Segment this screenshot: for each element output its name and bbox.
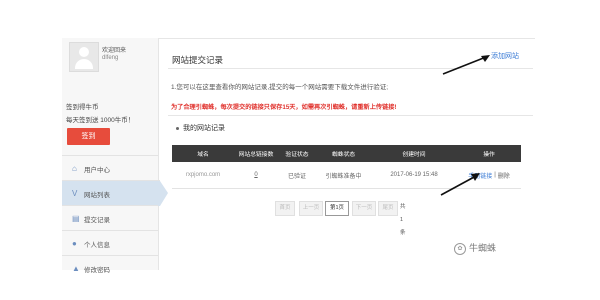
next-page-button[interactable]: 下一页: [352, 201, 376, 216]
links-count[interactable]: 0: [254, 172, 257, 178]
section-title: 我的网站记录: [176, 123, 225, 133]
cell-verify: 已验证: [287, 173, 306, 180]
total-count: 共1条: [400, 204, 406, 236]
first-page-button[interactable]: 首页: [275, 201, 295, 216]
sidebar-item-profile[interactable]: ● 个人信息: [62, 230, 158, 256]
cell-spider: 引蜘蛛准备中: [325, 173, 362, 180]
wechat-icon: ✿: [454, 242, 466, 255]
section-divider: [168, 115, 533, 116]
current-page[interactable]: 第1页: [325, 201, 349, 216]
lock-icon: ▲: [72, 264, 80, 273]
username: dlfeng: [102, 55, 119, 61]
op-separator: |: [494, 172, 496, 178]
header-created: 创建时间: [402, 152, 426, 158]
notice-text: 1.您可以在这里查看你的网站记录,提交的每一个网站需要下载文件进行验证;: [171, 84, 389, 91]
cell-links: 0: [234, 162, 278, 188]
user-icon: ●: [72, 239, 77, 248]
prev-page-button[interactable]: 上一页: [299, 201, 323, 216]
header-links: 网站总链接数: [238, 152, 274, 158]
delete-button[interactable]: 删除: [498, 171, 510, 180]
home-icon: ⌂: [72, 164, 77, 173]
sidebar-item-label: 修改密码: [84, 267, 110, 274]
sidebar-item-records[interactable]: ▤ 提交记录: [62, 205, 158, 231]
sidebar-item-user-center[interactable]: ⌂ 用户中心: [62, 155, 158, 181]
welcome-text: 欢迎回来: [102, 48, 127, 54]
header-domain: 域名: [197, 152, 209, 158]
page-title: 网站提交记录: [172, 55, 224, 65]
avatar-head: [79, 47, 89, 57]
sidebar: 欢迎回来 dlfeng 签到得牛币 每天签到送 1000牛币！ 签到 ⌂ 用户中…: [62, 38, 168, 274]
list-icon: V: [72, 189, 78, 198]
brand-watermark: ✿ 牛蜘蛛: [454, 241, 496, 255]
sidebar-item-password[interactable]: ▲ 修改密码: [62, 255, 158, 281]
table-header: 域名 网站总链接数 验证状态 蜘蛛状态 创建时间 操作: [172, 145, 521, 162]
sidebar-item-label: 个人信息: [84, 242, 110, 249]
annotation-arrow-manual: [440, 173, 480, 196]
header-verify: 验证状态: [285, 152, 309, 158]
sidebar-item-site-list[interactable]: V 网站列表: [62, 180, 168, 206]
sidebar-item-label: 用户中心: [84, 167, 110, 174]
signin-button[interactable]: 签到: [67, 128, 110, 145]
avatar[interactable]: [69, 42, 99, 72]
cell-domain: rxpjomo.com: [185, 172, 221, 178]
coins-daily: 每天签到送 1000牛币！: [66, 117, 135, 124]
header-operation: 操作: [483, 152, 495, 158]
avatar-body: [75, 59, 93, 69]
header-spider: 蜘蛛状态: [331, 152, 356, 158]
bullet-icon: [176, 126, 179, 130]
records-icon: ▤: [72, 214, 80, 223]
brand-label: 牛蜘蛛: [469, 243, 497, 253]
add-site-link[interactable]: 添加网站: [491, 51, 519, 61]
annotation-arrow-add: [442, 55, 490, 75]
section-title-label: 我的网站记录: [183, 125, 225, 132]
warning-text: 为了合理引蜘蛛，每次提交的链接只保存15天，如需再次引蜘蛛，请重新上传链接!: [171, 104, 397, 111]
coins-label: 签到得牛币: [66, 104, 99, 111]
last-page-button[interactable]: 尾页: [378, 201, 398, 216]
sidebar-item-label: 提交记录: [84, 217, 110, 224]
sidebar-item-label: 网站列表: [84, 192, 110, 199]
